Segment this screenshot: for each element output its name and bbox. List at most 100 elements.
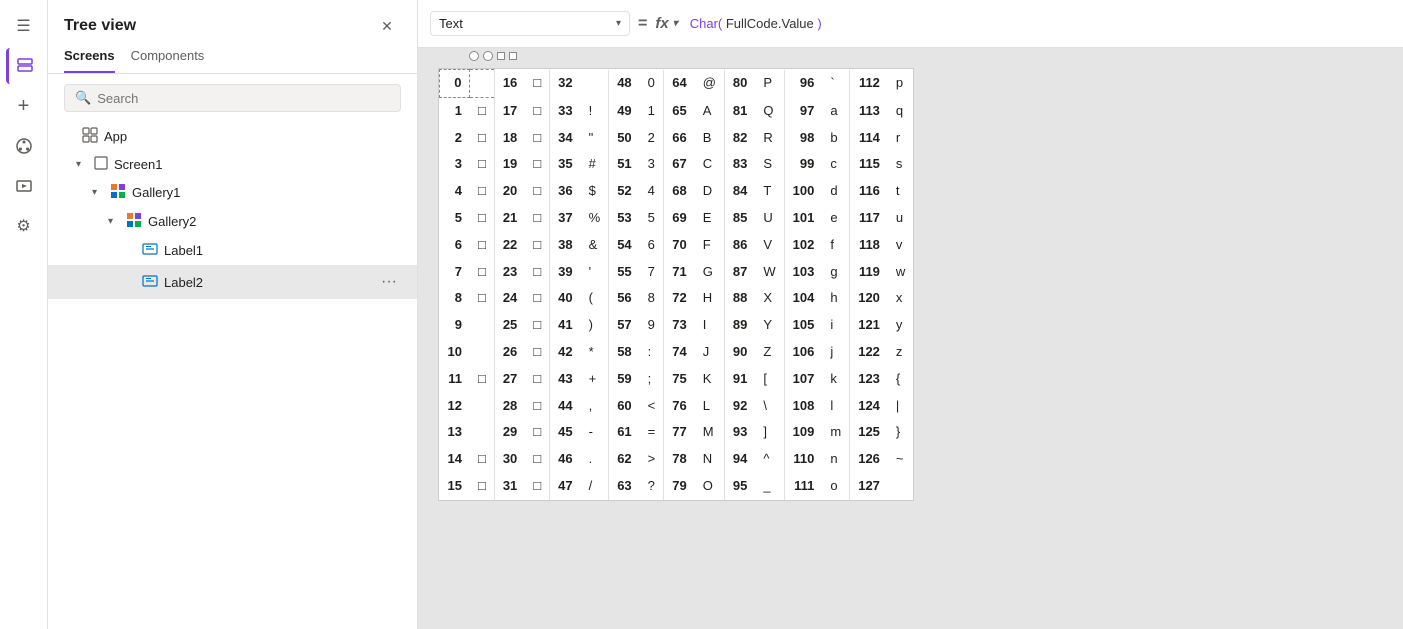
ascii-char-cell[interactable]: o bbox=[822, 473, 849, 500]
ascii-number-cell[interactable]: 84 bbox=[724, 178, 755, 205]
ascii-number-cell[interactable]: 9 bbox=[440, 312, 470, 339]
ascii-number-cell[interactable]: 35 bbox=[550, 151, 581, 178]
ascii-number-cell[interactable]: 93 bbox=[724, 419, 755, 446]
ascii-char-cell[interactable]: ) bbox=[581, 312, 609, 339]
ascii-number-cell[interactable]: 81 bbox=[724, 97, 755, 124]
ascii-number-cell[interactable]: 51 bbox=[609, 151, 640, 178]
ascii-number-cell[interactable]: 3 bbox=[440, 151, 470, 178]
ascii-char-cell[interactable]: c bbox=[822, 151, 849, 178]
ascii-char-cell[interactable]: X bbox=[755, 285, 784, 312]
ascii-number-cell[interactable]: 74 bbox=[664, 339, 695, 366]
ascii-number-cell[interactable]: 59 bbox=[609, 366, 640, 393]
ascii-number-cell[interactable]: 92 bbox=[724, 393, 755, 420]
ascii-char-cell[interactable]: D bbox=[695, 178, 725, 205]
ascii-number-cell[interactable]: 18 bbox=[494, 125, 525, 152]
ascii-char-cell[interactable]: % bbox=[581, 205, 609, 232]
ascii-char-cell[interactable] bbox=[470, 393, 494, 420]
ascii-number-cell[interactable]: 70 bbox=[664, 232, 695, 259]
ascii-number-cell[interactable]: 40 bbox=[550, 285, 581, 312]
ascii-char-cell[interactable]: = bbox=[640, 419, 664, 446]
ascii-char-cell[interactable]: - bbox=[581, 419, 609, 446]
ascii-number-cell[interactable]: 64 bbox=[664, 70, 695, 98]
ascii-char-cell[interactable]: Y bbox=[755, 312, 784, 339]
ascii-number-cell[interactable]: 82 bbox=[724, 125, 755, 152]
ascii-number-cell[interactable]: 56 bbox=[609, 285, 640, 312]
ascii-char-cell[interactable]: □ bbox=[470, 285, 494, 312]
ascii-number-cell[interactable]: 79 bbox=[664, 473, 695, 500]
layers-icon[interactable] bbox=[6, 48, 42, 84]
ascii-number-cell[interactable]: 60 bbox=[609, 393, 640, 420]
ascii-char-cell[interactable]: b bbox=[822, 125, 849, 152]
ascii-char-cell[interactable]: . bbox=[581, 446, 609, 473]
ascii-number-cell[interactable]: 10 bbox=[440, 339, 470, 366]
ascii-char-cell[interactable]: U bbox=[755, 205, 784, 232]
ascii-char-cell[interactable]: @ bbox=[695, 70, 725, 98]
ascii-number-cell[interactable]: 1 bbox=[440, 97, 470, 124]
ascii-char-cell[interactable]: 2 bbox=[640, 125, 664, 152]
ascii-char-cell[interactable]: ? bbox=[640, 473, 664, 500]
ascii-number-cell[interactable]: 54 bbox=[609, 232, 640, 259]
ascii-char-cell[interactable]: ] bbox=[755, 419, 784, 446]
ascii-number-cell[interactable]: 19 bbox=[494, 151, 525, 178]
ascii-number-cell[interactable]: 116 bbox=[850, 178, 888, 205]
ascii-number-cell[interactable]: 107 bbox=[784, 366, 822, 393]
add-icon[interactable]: + bbox=[6, 88, 42, 124]
ascii-char-cell[interactable]: k bbox=[822, 366, 849, 393]
ascii-number-cell[interactable]: 72 bbox=[664, 285, 695, 312]
ascii-number-cell[interactable]: 50 bbox=[609, 125, 640, 152]
ascii-number-cell[interactable]: 112 bbox=[850, 70, 888, 98]
ascii-char-cell[interactable]: s bbox=[888, 151, 913, 178]
ascii-char-cell[interactable]: t bbox=[888, 178, 913, 205]
ascii-number-cell[interactable]: 101 bbox=[784, 205, 822, 232]
ascii-number-cell[interactable]: 88 bbox=[724, 285, 755, 312]
ascii-char-cell[interactable]: n bbox=[822, 446, 849, 473]
search-input[interactable] bbox=[97, 91, 390, 106]
ascii-char-cell[interactable]: 5 bbox=[640, 205, 664, 232]
ascii-number-cell[interactable]: 57 bbox=[609, 312, 640, 339]
ascii-char-cell[interactable]: □ bbox=[470, 178, 494, 205]
ascii-char-cell[interactable]: + bbox=[581, 366, 609, 393]
tree-item-label2[interactable]: Label2 ··· bbox=[48, 265, 417, 299]
ascii-number-cell[interactable]: 122 bbox=[850, 339, 888, 366]
ascii-char-cell[interactable]: N bbox=[695, 446, 725, 473]
ascii-char-cell[interactable]: □ bbox=[525, 178, 549, 205]
ascii-char-cell[interactable]: ( bbox=[581, 285, 609, 312]
ascii-number-cell[interactable]: 76 bbox=[664, 393, 695, 420]
ascii-number-cell[interactable]: 78 bbox=[664, 446, 695, 473]
formula-name-box[interactable]: Text ▾ bbox=[430, 11, 630, 36]
ascii-number-cell[interactable]: 69 bbox=[664, 205, 695, 232]
ascii-number-cell[interactable]: 24 bbox=[494, 285, 525, 312]
ascii-char-cell[interactable]: x bbox=[888, 285, 913, 312]
ascii-char-cell[interactable]: , bbox=[581, 393, 609, 420]
ascii-char-cell[interactable]: □ bbox=[525, 393, 549, 420]
ascii-char-cell[interactable]: T bbox=[755, 178, 784, 205]
ascii-char-cell[interactable]: 4 bbox=[640, 178, 664, 205]
ascii-char-cell[interactable]: G bbox=[695, 259, 725, 286]
ascii-char-cell[interactable]: K bbox=[695, 366, 725, 393]
ascii-char-cell[interactable]: ' bbox=[581, 259, 609, 286]
ascii-char-cell[interactable]: □ bbox=[470, 125, 494, 152]
ascii-char-cell[interactable]: ` bbox=[822, 70, 849, 98]
ascii-number-cell[interactable]: 28 bbox=[494, 393, 525, 420]
ascii-char-cell[interactable]: / bbox=[581, 473, 609, 500]
ascii-number-cell[interactable]: 91 bbox=[724, 366, 755, 393]
ascii-number-cell[interactable]: 118 bbox=[850, 232, 888, 259]
ascii-char-cell[interactable]: ~ bbox=[888, 446, 913, 473]
ascii-number-cell[interactable]: 109 bbox=[784, 419, 822, 446]
ascii-number-cell[interactable]: 90 bbox=[724, 339, 755, 366]
ascii-number-cell[interactable]: 38 bbox=[550, 232, 581, 259]
ascii-char-cell[interactable]: E bbox=[695, 205, 725, 232]
ascii-char-cell[interactable]: * bbox=[581, 339, 609, 366]
ascii-number-cell[interactable]: 41 bbox=[550, 312, 581, 339]
ascii-number-cell[interactable]: 6 bbox=[440, 232, 470, 259]
ascii-number-cell[interactable]: 96 bbox=[784, 70, 822, 98]
ascii-char-cell[interactable]: W bbox=[755, 259, 784, 286]
ascii-char-cell[interactable]: □ bbox=[470, 366, 494, 393]
ascii-char-cell[interactable]: □ bbox=[525, 473, 549, 500]
label2-more-button[interactable]: ··· bbox=[377, 270, 401, 294]
media-icon[interactable] bbox=[6, 168, 42, 204]
ascii-char-cell[interactable]: I bbox=[695, 312, 725, 339]
ascii-number-cell[interactable]: 75 bbox=[664, 366, 695, 393]
ascii-number-cell[interactable]: 0 bbox=[440, 70, 470, 98]
ascii-char-cell[interactable] bbox=[470, 312, 494, 339]
